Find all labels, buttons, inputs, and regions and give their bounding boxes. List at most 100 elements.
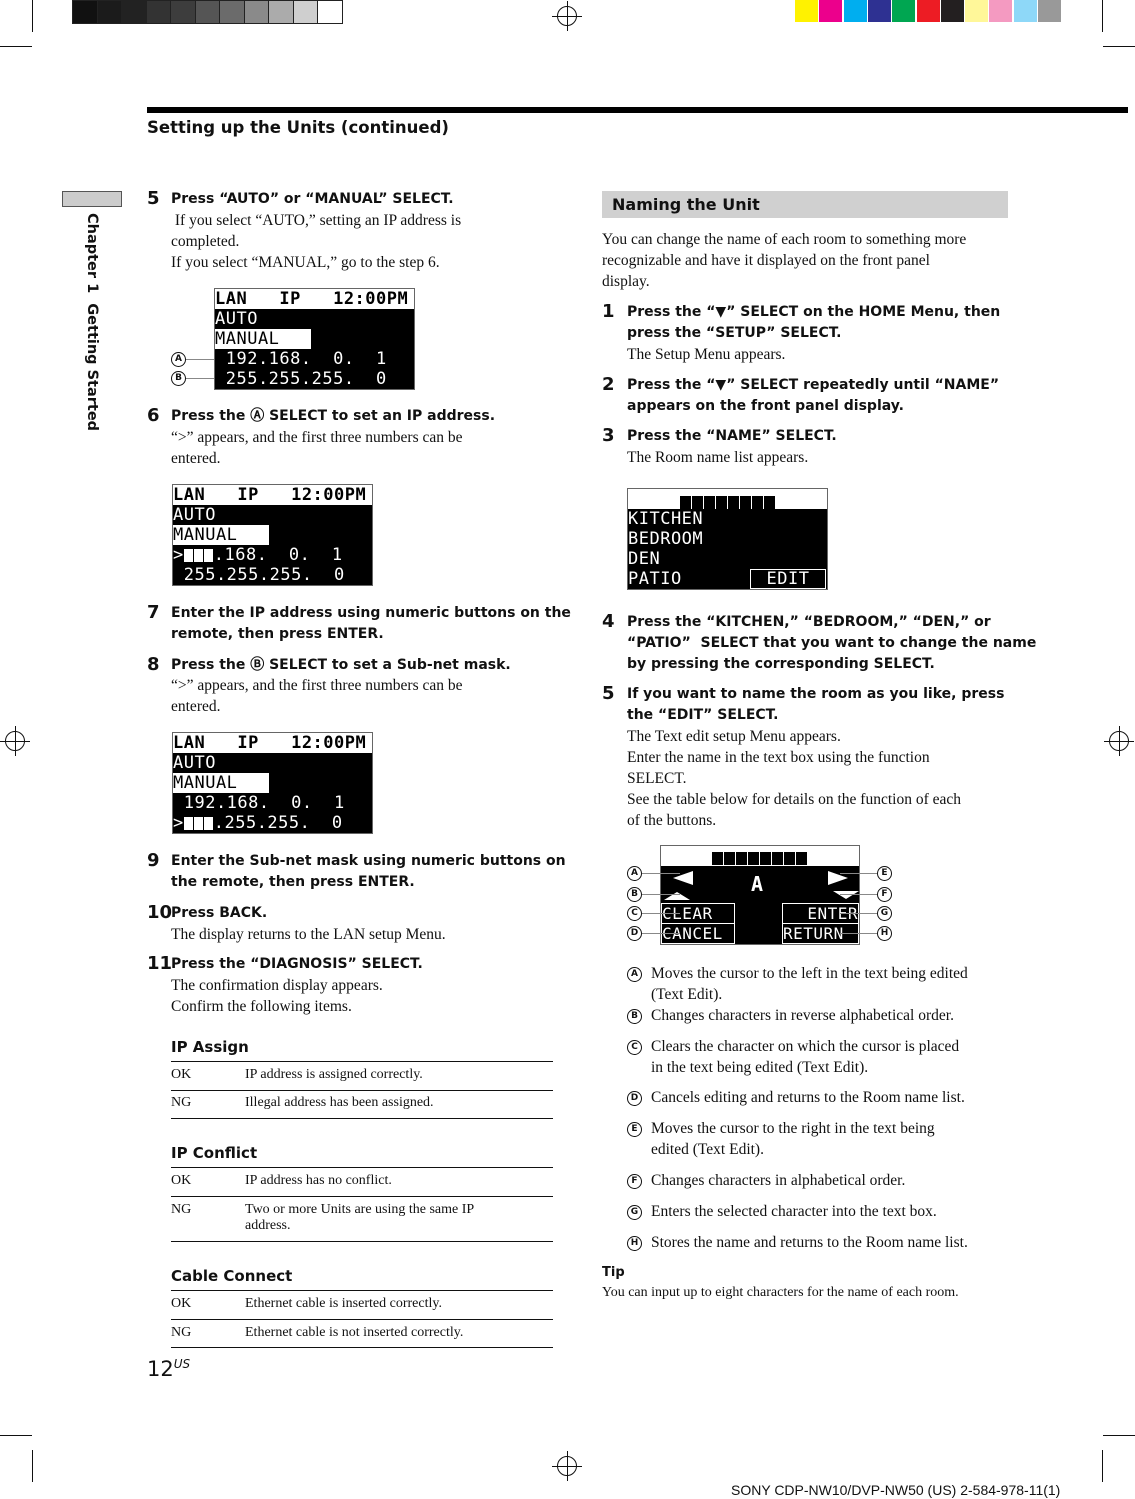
callout-b: B (627, 887, 642, 902)
legend-marker: C (627, 1040, 642, 1055)
table-cell: NG (171, 1095, 192, 1110)
step-number: 3 (602, 425, 615, 446)
callout-c: C (627, 906, 642, 921)
lcd-ip-entry-display: LAN IP 12:00PM AUTO MANUAL > .168. 0. 1 2… (172, 484, 373, 586)
step-text: Enter the name in the text box using the… (627, 749, 930, 766)
color-swatch (916, 0, 940, 22)
step-heading: by pressing the corresponding SELECT. (627, 656, 935, 672)
color-swatch (843, 0, 867, 22)
step-text: The Room name list appears. (627, 449, 809, 466)
legend-marker: D (627, 1091, 642, 1106)
legend-text: Enters the selected character into the t… (651, 1203, 937, 1220)
registration-mark-icon (552, 1, 582, 31)
lcd-subnet-entry-display: LAN IP 12:00PM AUTO MANUAL 192.168. 0. 1… (172, 732, 373, 834)
table-cell: NG (171, 1325, 192, 1340)
callout-d: D (627, 926, 642, 941)
gray-swatch (292, 0, 319, 24)
legend-marker: G (627, 1205, 642, 1220)
color-swatch (1013, 0, 1037, 22)
gray-swatch (145, 0, 172, 24)
step-text: entered. (171, 450, 221, 467)
gray-swatch (72, 0, 98, 24)
step-heading: appears on the front panel display. (627, 398, 904, 414)
table-cell: OK (171, 1067, 192, 1082)
step-heading: Press the “DIAGNOSIS” SELECT. (171, 956, 423, 972)
legend-text: Stores the name and returns to the Room … (651, 1234, 968, 1251)
step-number: 5 (147, 188, 160, 209)
intro-text: recognizable and have it displayed on th… (602, 252, 930, 269)
tip-text: You can input up to eight characters for… (602, 1285, 959, 1300)
gray-swatch (170, 0, 196, 24)
callout-g: G (877, 906, 892, 921)
manual-page: Setting up the Units (continued) Chapter… (0, 0, 1135, 1499)
legend-marker: B (627, 1009, 642, 1024)
lcd-room-list-display: KITCHEN BEDROOM DEN PATIO EDIT (627, 488, 828, 590)
color-swatch (1038, 0, 1061, 22)
table-title: IP Assign (171, 1038, 249, 1056)
lcd-text-edit-display: A CLEAR CANCEL ENTER RETURN (660, 845, 860, 945)
step-number: 5 (602, 683, 615, 704)
intro-text: display. (602, 273, 650, 290)
step-number: 7 (147, 602, 160, 623)
legend-marker: H (627, 1236, 642, 1251)
gray-swatch (121, 0, 147, 24)
table-cell: OK (171, 1173, 192, 1188)
legend-marker: A (627, 967, 642, 982)
table-cell: Ethernet cable is not inserted correctly… (245, 1325, 464, 1340)
step-heading: Press “AUTO” or “MANUAL” SELECT. (171, 191, 454, 207)
table-cell: address. (245, 1218, 291, 1233)
legend-text: Clears the character on which the cursor… (651, 1038, 960, 1055)
step-number: 10 (147, 902, 173, 923)
gray-swatch (96, 0, 123, 24)
step-number: 8 (147, 654, 160, 675)
step-heading: Enter the IP address using numeric butto… (171, 605, 571, 621)
section-title: Naming the Unit (612, 195, 760, 214)
tip-label: Tip (602, 1265, 625, 1280)
color-swatch (867, 0, 891, 22)
legend-marker: F (627, 1174, 642, 1189)
step-text: The Setup Menu appears. (627, 346, 786, 363)
gray-swatch (219, 0, 245, 24)
legend-text: Moves the cursor to the right in the tex… (651, 1120, 935, 1137)
step-heading: If you want to name the room as you like… (627, 686, 1005, 702)
step-text: of the buttons. (627, 812, 717, 829)
legend-text: Moves the cursor to the left in the text… (651, 965, 968, 982)
table-title: Cable Connect (171, 1267, 293, 1285)
callout-f: F (877, 887, 892, 902)
legend-text: Changes characters in alphabetical order… (651, 1172, 906, 1189)
legend-text: edited (Text Edit). (651, 1141, 764, 1158)
step-text: If you select “AUTO,” setting an IP addr… (171, 212, 462, 229)
callout-a: A (171, 352, 186, 367)
lcd-lan-ip-display: LAN IP 12:00PM AUTO MANUAL 192.168. 0. 1… (214, 288, 415, 390)
step-heading: Press the Ⓑ SELECT to set a Sub-net mask… (171, 657, 511, 673)
gray-swatch (194, 0, 221, 24)
step-heading: press the “SETUP” SELECT. (627, 325, 842, 341)
step-number: 9 (147, 850, 160, 871)
step-text: “>” appears, and the first three numbers… (171, 429, 463, 446)
step-number: 1 (602, 301, 615, 322)
color-swatch (965, 0, 989, 22)
section-title-bar: Naming the Unit (602, 191, 1008, 218)
callout-b: B (171, 371, 186, 386)
step-heading: the “EDIT” SELECT. (627, 707, 779, 723)
registration-mark-icon (0, 726, 30, 756)
intro-text: You can change the name of each room to … (602, 231, 967, 248)
color-swatch (940, 0, 964, 22)
step-heading: Enter the Sub-net mask using numeric but… (171, 853, 566, 869)
legend-text: Changes characters in reverse alphabetic… (651, 1007, 954, 1024)
gray-swatch (243, 0, 270, 24)
page-header: Setting up the Units (continued) (147, 118, 449, 137)
table-cell: OK (171, 1296, 192, 1311)
color-swatch (795, 0, 818, 22)
legend-text: (Text Edit). (651, 986, 723, 1003)
table-cell: Illegal address has been assigned. (245, 1095, 434, 1110)
legend-text: in the text being edited (Text Edit). (651, 1059, 869, 1076)
current-character: A (751, 872, 764, 896)
step-text: The display returns to the LAN setup Men… (171, 926, 446, 943)
header-rule (147, 107, 1128, 113)
step-text: SELECT. (627, 770, 687, 787)
gray-swatch (268, 0, 294, 24)
chapter-tab (62, 191, 122, 207)
color-swatch (819, 0, 843, 22)
gray-swatch (317, 0, 343, 24)
